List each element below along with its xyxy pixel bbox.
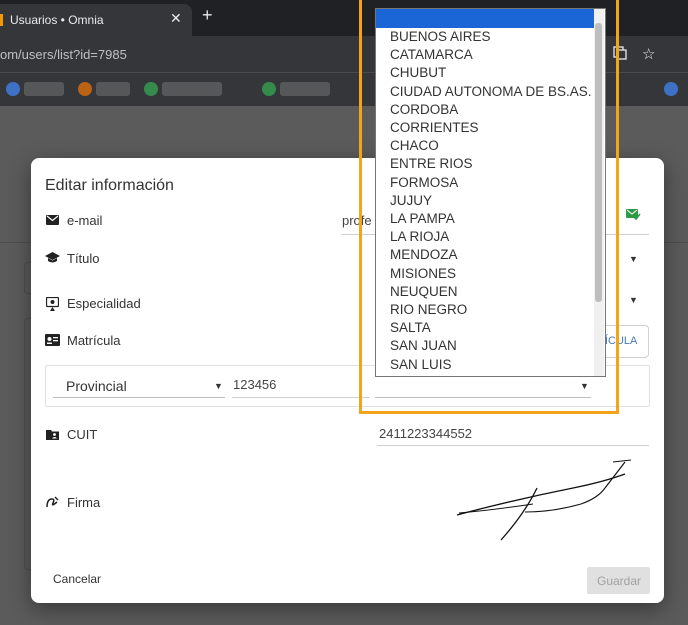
titulo-label: Título — [67, 251, 100, 266]
folder-person-icon — [46, 428, 59, 443]
bookmark-item[interactable] — [24, 82, 64, 96]
browser-tab[interactable]: Usuarios • Omnia ✕ — [0, 4, 192, 36]
matricula-number-underline — [232, 397, 370, 398]
especialidad-label: Especialidad — [67, 296, 141, 311]
firma-label: Firma — [67, 495, 101, 510]
id-card-icon — [45, 334, 60, 349]
annotation-highlight-box — [359, 0, 619, 414]
new-tab-icon[interactable]: + — [202, 5, 213, 26]
email-verified-icon — [626, 208, 641, 224]
bookmark-item[interactable] — [96, 82, 130, 96]
matricula-number-input[interactable]: 123456 — [233, 377, 276, 392]
tab-favicon-icon — [0, 14, 3, 26]
cancel-button[interactable]: Cancelar — [53, 572, 101, 586]
titulo-chevron-down-icon[interactable]: ▼ — [629, 254, 638, 264]
matricula-type-select[interactable]: Provincial ▼ — [53, 375, 225, 398]
especialidad-chevron-down-icon[interactable]: ▼ — [629, 295, 638, 305]
cuit-underline — [377, 445, 649, 446]
especialidad-icon — [45, 296, 60, 314]
bookmark-icon[interactable] — [78, 82, 92, 96]
email-label: e-mail — [67, 213, 103, 228]
graduation-cap-icon — [45, 252, 60, 267]
cuit-label: CUIT — [67, 427, 98, 442]
bookmark-item[interactable] — [162, 82, 222, 96]
tab-title: Usuarios • Omnia — [10, 13, 104, 27]
bookmark-icon[interactable] — [664, 82, 678, 96]
signature-pen-icon — [46, 496, 59, 511]
matricula-type-value: Provincial — [66, 378, 127, 394]
bookmark-icon[interactable] — [6, 82, 20, 96]
signature-image — [456, 459, 632, 541]
matricula-type-chevron-down-icon[interactable]: ▼ — [214, 381, 223, 391]
bookmark-item[interactable] — [280, 82, 330, 96]
save-button[interactable]: Guardar — [587, 567, 650, 594]
dialog-title: Editar información — [45, 177, 174, 194]
bookmark-icon[interactable] — [144, 82, 158, 96]
matricula-label: Matrícula — [67, 333, 121, 348]
cuit-input[interactable]: 2411223344552 — [379, 426, 472, 441]
envelope-icon — [46, 214, 59, 229]
save-button-label: Guardar — [597, 574, 642, 588]
close-tab-icon[interactable]: ✕ — [170, 10, 182, 27]
bookmark-icon[interactable] — [262, 82, 276, 96]
url-text[interactable]: om/users/list?id=7985 — [0, 47, 127, 62]
bookmark-star-icon[interactable]: ☆ — [642, 45, 655, 63]
